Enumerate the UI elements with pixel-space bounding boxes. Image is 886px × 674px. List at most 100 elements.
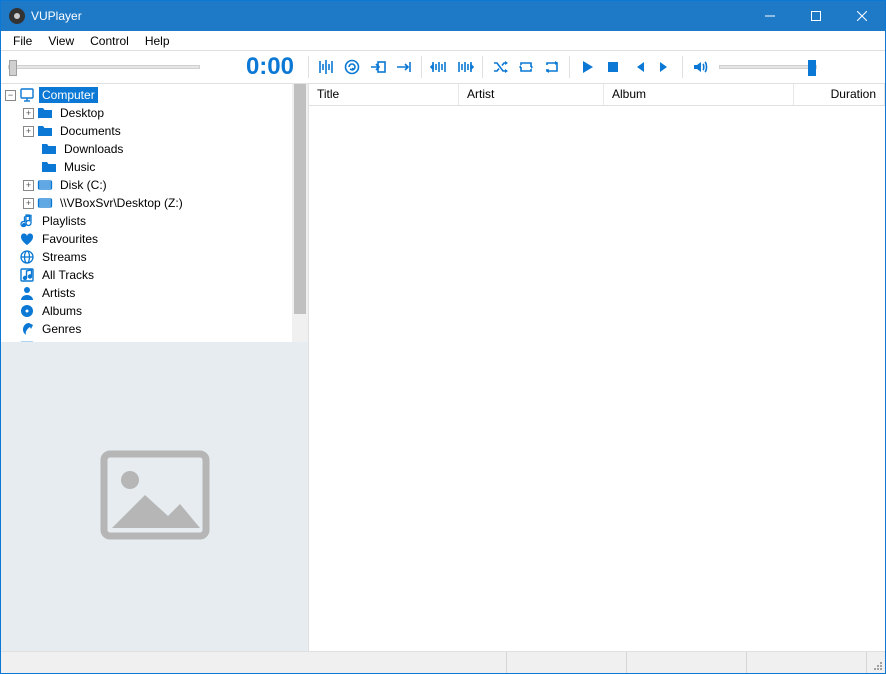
- tree-node-computer[interactable]: − Computer: [1, 86, 308, 104]
- tree-node-playlists[interactable]: Playlists: [1, 212, 308, 230]
- image-placeholder-icon: [100, 450, 210, 543]
- col-title[interactable]: Title: [309, 84, 459, 105]
- export-button[interactable]: [391, 54, 417, 80]
- skip-back-button[interactable]: [426, 54, 452, 80]
- album-icon: [19, 303, 35, 319]
- tree-node-music[interactable]: Music: [1, 158, 308, 176]
- toolbar-separator: [482, 56, 483, 78]
- tree-node-artists[interactable]: Artists: [1, 284, 308, 302]
- maximize-button[interactable]: [793, 1, 839, 31]
- eq-button[interactable]: [313, 54, 339, 80]
- status-cell-4: [747, 652, 867, 673]
- globe-icon: [19, 249, 35, 265]
- note-icon: [19, 213, 35, 229]
- toolbar-separator: [682, 56, 683, 78]
- tree-node-desktop[interactable]: + Desktop: [1, 104, 308, 122]
- previous-button[interactable]: [626, 54, 652, 80]
- tree-node-documents[interactable]: + Documents: [1, 122, 308, 140]
- left-pane: − Computer + Desktop + Documents Downloa…: [1, 84, 309, 651]
- collapse-icon[interactable]: −: [5, 90, 16, 101]
- menu-file[interactable]: File: [5, 32, 40, 50]
- playlist-header: Title Artist Album Duration: [309, 84, 885, 106]
- tree-node-streams[interactable]: Streams: [1, 248, 308, 266]
- tree-node-downloads[interactable]: Downloads: [1, 140, 308, 158]
- expand-icon[interactable]: +: [23, 108, 34, 119]
- tree-node-genres[interactable]: Genres: [1, 320, 308, 338]
- next-button[interactable]: [652, 54, 678, 80]
- folder-tree[interactable]: − Computer + Desktop + Documents Downloa…: [1, 84, 308, 342]
- toolbar-separator: [569, 56, 570, 78]
- toolbar-separator: [421, 56, 422, 78]
- convert-button[interactable]: [339, 54, 365, 80]
- tree-node-years[interactable]: Years: [1, 338, 308, 342]
- tree-label: Streams: [39, 249, 90, 265]
- tree-label: Downloads: [61, 141, 126, 157]
- folder-icon: [41, 141, 57, 157]
- statusbar: [1, 651, 885, 673]
- tree-label: Artists: [39, 285, 78, 301]
- tree-label: Playlists: [39, 213, 89, 229]
- expand-icon[interactable]: +: [23, 180, 34, 191]
- heart-icon: [19, 231, 35, 247]
- menu-control[interactable]: Control: [82, 32, 137, 50]
- tree-label: Disk (C:): [57, 177, 110, 193]
- tree-label: Documents: [57, 123, 124, 139]
- folder-icon: [37, 123, 53, 139]
- tree-label: Favourites: [39, 231, 101, 247]
- repeat-button[interactable]: [539, 54, 565, 80]
- menu-help[interactable]: Help: [137, 32, 178, 50]
- resize-grip[interactable]: [867, 652, 885, 673]
- tree-label: Albums: [39, 303, 85, 319]
- shuffle-button[interactable]: [487, 54, 513, 80]
- col-duration[interactable]: Duration: [794, 84, 885, 105]
- status-cell-1: [1, 652, 507, 673]
- window-controls: [747, 1, 885, 31]
- playlist-pane: Title Artist Album Duration: [309, 84, 885, 651]
- close-button[interactable]: [839, 1, 885, 31]
- menu-view[interactable]: View: [40, 32, 82, 50]
- window-title: VUPlayer: [31, 9, 747, 23]
- genre-icon: [19, 321, 35, 337]
- tree-node-favourites[interactable]: Favourites: [1, 230, 308, 248]
- volume-thumb[interactable]: [808, 60, 816, 76]
- computer-icon: [19, 87, 35, 103]
- expand-icon[interactable]: +: [23, 198, 34, 209]
- minimize-button[interactable]: [747, 1, 793, 31]
- playlist-body[interactable]: [309, 106, 885, 651]
- seek-slider[interactable]: [4, 51, 204, 83]
- col-album[interactable]: Album: [604, 84, 794, 105]
- toolbar-separator: [308, 56, 309, 78]
- tree-label: Computer: [39, 87, 98, 103]
- import-button[interactable]: [365, 54, 391, 80]
- expand-icon[interactable]: +: [23, 126, 34, 137]
- album-art-panel: [1, 342, 308, 651]
- tree-node-alltracks[interactable]: All Tracks: [1, 266, 308, 284]
- menubar: File View Control Help: [1, 31, 885, 51]
- col-artist[interactable]: Artist: [459, 84, 604, 105]
- person-icon: [19, 285, 35, 301]
- disk-icon: [37, 177, 53, 193]
- tree-label: Years: [39, 339, 75, 342]
- seek-thumb[interactable]: [9, 60, 17, 76]
- tree-node-disk-c[interactable]: + Disk (C:): [1, 176, 308, 194]
- tree-node-disk-z[interactable]: + \\VBoxSvr\Desktop (Z:): [1, 194, 308, 212]
- play-button[interactable]: [574, 54, 600, 80]
- volume-slider[interactable]: [713, 65, 823, 69]
- year-icon: [19, 339, 35, 342]
- repeat-one-button[interactable]: [513, 54, 539, 80]
- folder-icon: [41, 159, 57, 175]
- skip-forward-button[interactable]: [452, 54, 478, 80]
- tree-label: Genres: [39, 321, 84, 337]
- status-cell-2: [507, 652, 627, 673]
- tree-label: Desktop: [57, 105, 107, 121]
- tree-label: All Tracks: [39, 267, 97, 283]
- tree-label: \\VBoxSvr\Desktop (Z:): [57, 195, 186, 211]
- folder-icon: [37, 105, 53, 121]
- tree-node-albums[interactable]: Albums: [1, 302, 308, 320]
- stop-button[interactable]: [600, 54, 626, 80]
- volume-icon[interactable]: [687, 54, 713, 80]
- tracks-icon: [19, 267, 35, 283]
- disk-icon: [37, 195, 53, 211]
- scrollbar-thumb[interactable]: [294, 84, 306, 314]
- tree-scrollbar[interactable]: [292, 84, 308, 342]
